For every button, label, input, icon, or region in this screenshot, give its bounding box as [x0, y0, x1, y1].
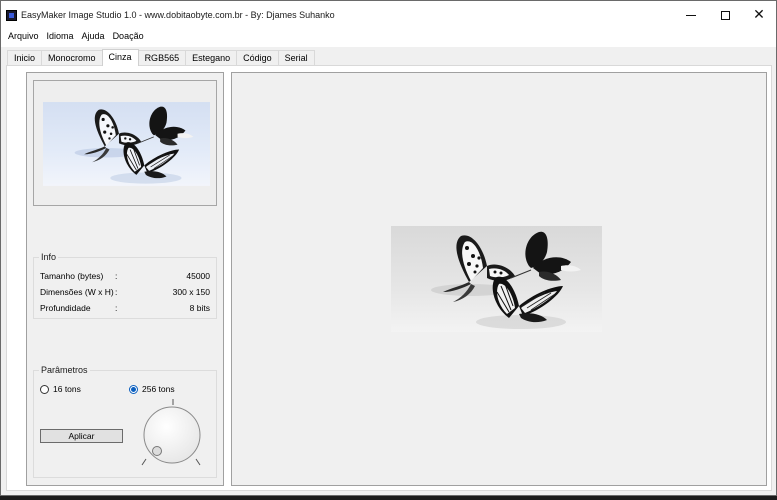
tab-serial[interactable]: Serial [277, 50, 315, 66]
info-colon: : [115, 271, 118, 281]
info-colon: : [115, 287, 118, 297]
tab-cinza[interactable]: Cinza [101, 49, 139, 66]
apply-button[interactable]: Aplicar [40, 429, 123, 443]
maximize-icon [720, 10, 730, 20]
parameters-legend: Parâmetros [39, 365, 90, 375]
minimize-button[interactable] [674, 1, 708, 29]
minimize-icon [686, 14, 696, 16]
close-button[interactable]: ✕ [742, 1, 776, 29]
tab-strip: Inicio Monocromo Cinza RGB565 Estegano C… [7, 49, 315, 66]
info-label: Tamanho (bytes) [40, 271, 104, 281]
tab-rgb565[interactable]: RGB565 [137, 50, 187, 66]
window-title: EasyMaker Image Studio 1.0 - www.dobitao… [21, 10, 335, 20]
original-image-thumbnail [43, 102, 210, 186]
info-value: 8 bits [189, 303, 210, 313]
info-colon: : [115, 303, 118, 313]
close-icon: ✕ [753, 7, 765, 23]
radio-256-tons-indicator[interactable] [129, 384, 138, 394]
info-legend: Info [39, 252, 59, 262]
info-value: 45000 [186, 271, 210, 281]
info-row-size: Tamanho (bytes) : 45000 [34, 271, 216, 285]
info-value: 300 x 150 [172, 287, 210, 297]
app-icon [6, 10, 17, 21]
tab-monocromo[interactable]: Monocromo [41, 50, 103, 66]
info-group: Info Tamanho (bytes) : 45000 Dimensões (… [33, 252, 217, 319]
radio-16-tons-label: 16 tons [53, 384, 81, 394]
tab-codigo[interactable]: Código [236, 50, 279, 66]
parameters-group: Parâmetros 16 tons 256 tons Aplicar [33, 365, 217, 478]
radio-16-tons-indicator[interactable] [40, 384, 49, 394]
info-label: Profundidade [40, 303, 91, 313]
left-panel: Info Tamanho (bytes) : 45000 Dimensões (… [26, 72, 224, 486]
original-image-frame [33, 80, 217, 206]
grayscale-preview-image [391, 226, 602, 332]
app-window: EasyMaker Image Studio 1.0 - www.dobitao… [0, 0, 777, 496]
info-label: Dimensões (W x H) [40, 287, 114, 297]
menu-bar: Arquivo Idioma Ajuda Doação [1, 29, 776, 47]
tab-estegano[interactable]: Estegano [185, 50, 238, 66]
menu-idioma[interactable]: Idioma [43, 29, 78, 47]
maximize-button[interactable] [708, 1, 742, 29]
preview-panel [231, 72, 767, 486]
info-row-depth: Profundidade : 8 bits [34, 303, 216, 317]
title-bar: EasyMaker Image Studio 1.0 - www.dobitao… [1, 1, 776, 29]
radio-16-tons[interactable]: 16 tons [40, 384, 81, 394]
menu-ajuda[interactable]: Ajuda [78, 29, 109, 47]
radio-256-tons-label: 256 tons [142, 384, 175, 394]
info-row-dimensions: Dimensões (W x H) : 300 x 150 [34, 287, 216, 301]
radio-256-tons[interactable]: 256 tons [129, 384, 175, 394]
tab-inicio[interactable]: Inicio [7, 50, 43, 66]
menu-doacao[interactable]: Doação [109, 29, 148, 47]
cinza-tab-page: Info Tamanho (bytes) : 45000 Dimensões (… [6, 65, 772, 491]
menu-arquivo[interactable]: Arquivo [4, 29, 43, 47]
tone-dial[interactable] [140, 397, 204, 469]
